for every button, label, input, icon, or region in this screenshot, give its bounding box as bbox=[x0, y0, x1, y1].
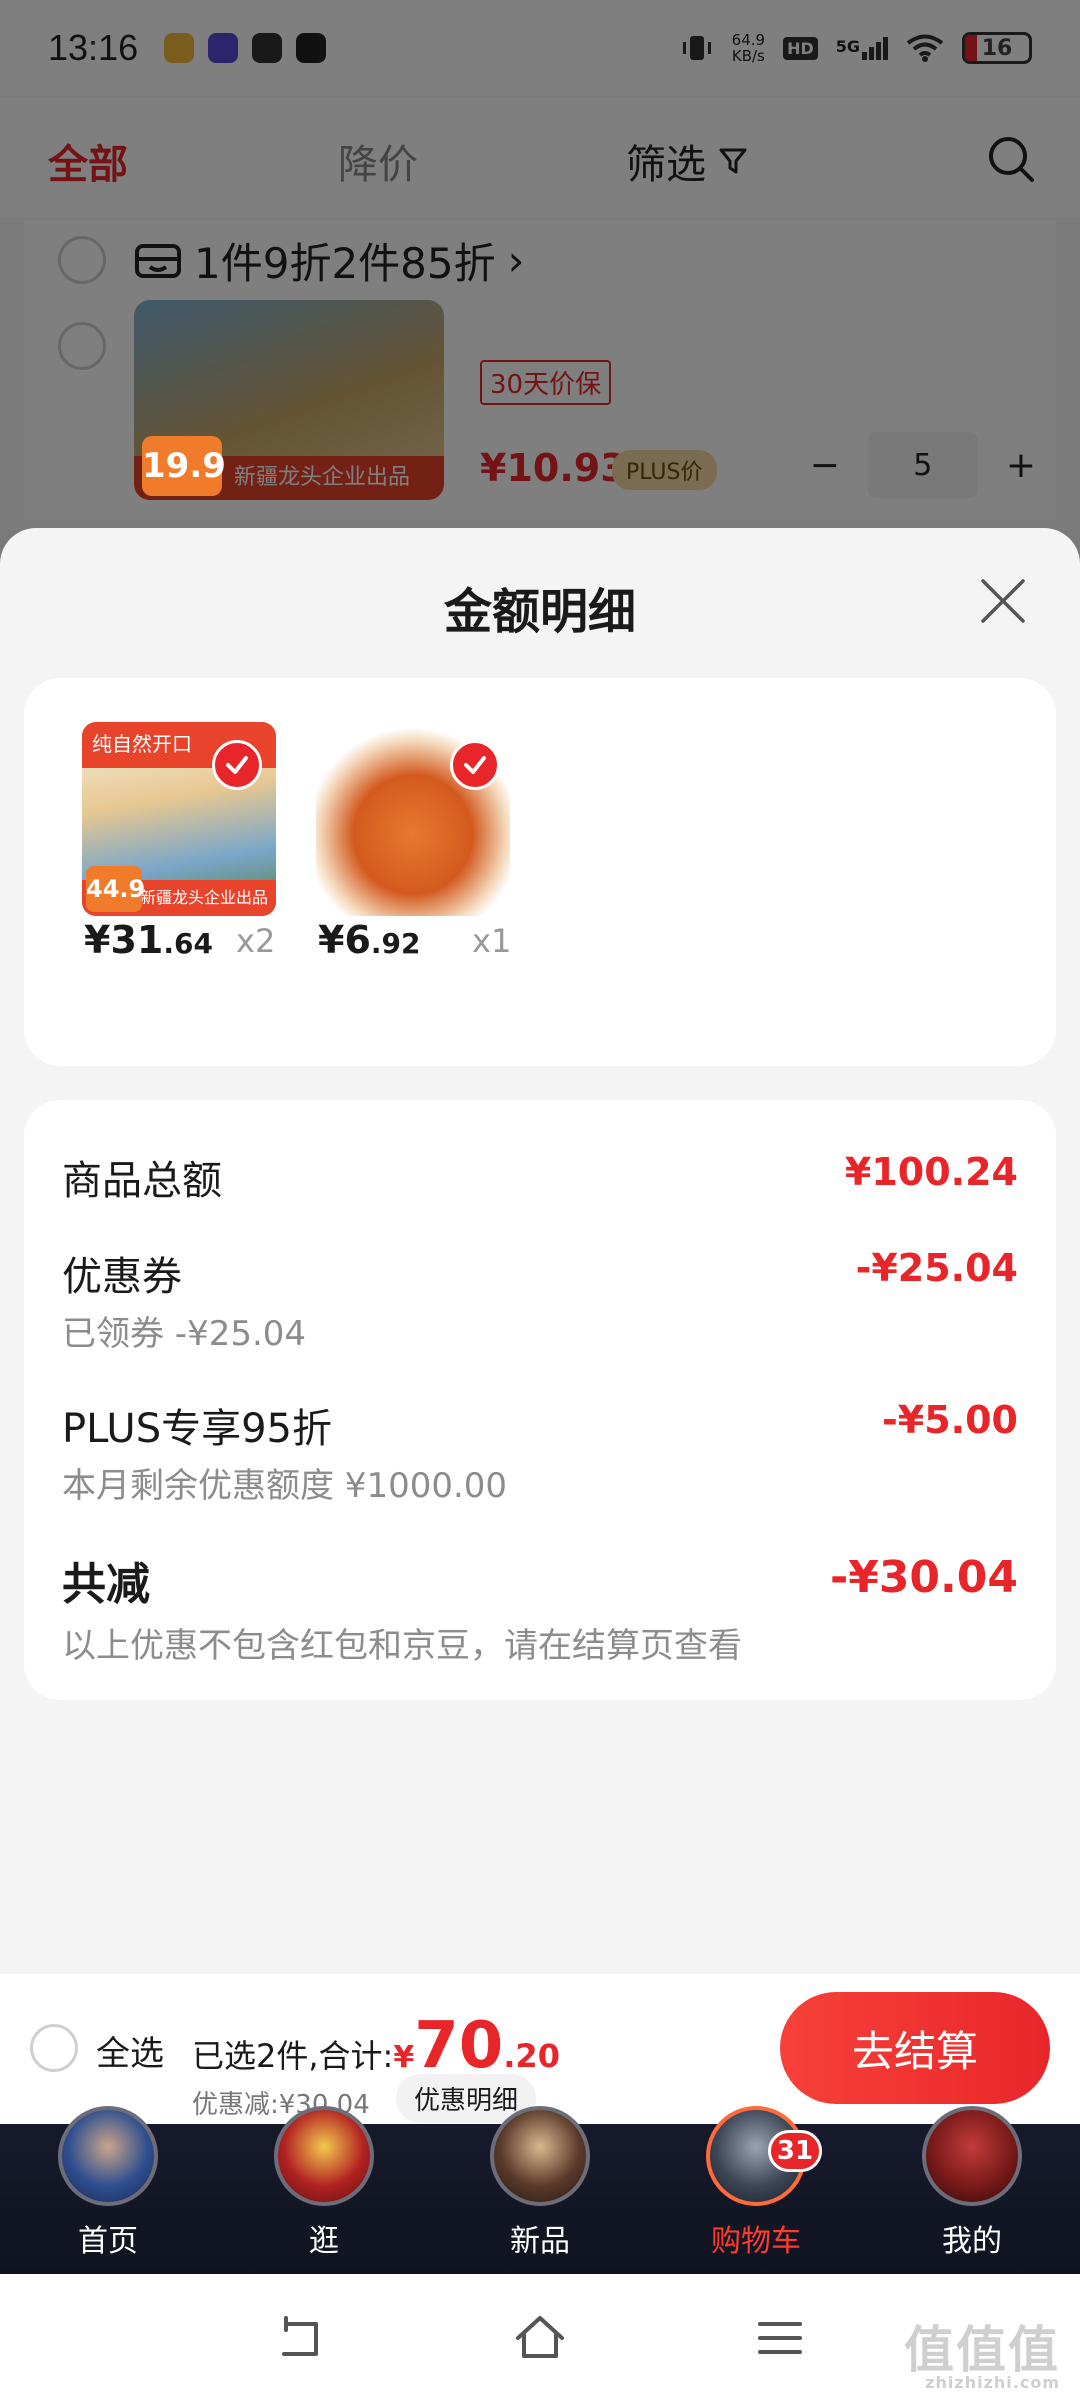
select-all-radio[interactable] bbox=[30, 2024, 78, 2072]
checked-icon bbox=[450, 740, 500, 790]
nav-label: 首页 bbox=[78, 2224, 138, 2259]
total-integer: 70 bbox=[414, 2009, 504, 2083]
nav-mine[interactable]: 我的 bbox=[864, 2106, 1080, 2274]
system-nav-bar: 值值值 zhizhizhi.com bbox=[0, 2274, 1080, 2400]
product-image-pistachio: 纯自然开口 44.9 新疆龙头企业出品 bbox=[82, 722, 276, 916]
total-discount-note: 以上优惠不包含红包和京豆，请在结算页查看 bbox=[62, 1626, 742, 1666]
nav-label: 购物车 bbox=[711, 2224, 801, 2259]
checkout-button[interactable]: 去结算 bbox=[780, 1992, 1050, 2104]
item-price-dec: .92 bbox=[370, 927, 421, 960]
sheet-title: 金额明细 bbox=[443, 584, 636, 640]
app-bottom-nav: 首页 逛 新品 31 购物车 我的 bbox=[0, 2106, 1080, 2274]
selected-total: 已选2件,合计: ¥ 70 .20 bbox=[192, 2009, 560, 2083]
home-icon[interactable] bbox=[512, 2310, 568, 2366]
ironman-avatar-icon bbox=[274, 2106, 374, 2206]
coupon-sub: 已领券 -¥25.04 bbox=[62, 1314, 307, 1354]
coupon-value: -¥25.04 bbox=[855, 1246, 1018, 1290]
item-price-int: ¥31 bbox=[84, 918, 164, 962]
nav-home[interactable]: 首页 bbox=[0, 2106, 216, 2274]
battery-level: 16 bbox=[981, 35, 1013, 61]
checked-icon bbox=[212, 740, 262, 790]
selected-text: 已选2件,合计: bbox=[192, 2037, 394, 2075]
item-price: ¥31.64 bbox=[84, 918, 213, 962]
total-decimal: .20 bbox=[503, 2037, 560, 2075]
total-discount-label: 共减 bbox=[62, 1559, 150, 1610]
goods-total-value: ¥100.24 bbox=[844, 1150, 1018, 1194]
nav-new[interactable]: 新品 bbox=[432, 2106, 648, 2274]
nav-label: 新品 bbox=[510, 2224, 570, 2259]
plus-discount-label: PLUS专享95折 bbox=[62, 1406, 332, 1452]
menu-icon[interactable] bbox=[752, 2310, 808, 2366]
checkout-bar: 全选 已选2件,合计: ¥ 70 .20 优惠减:¥30.04 优惠明细 去结算 bbox=[0, 1974, 1080, 2124]
watermark: 值值值 zhizhizhi.com bbox=[904, 2325, 1060, 2392]
selected-item[interactable] bbox=[316, 722, 510, 916]
thor-avatar-icon bbox=[490, 2106, 590, 2206]
plus-discount-sub: 本月剩余优惠额度 ¥1000.00 bbox=[62, 1466, 508, 1506]
antman-avatar-icon bbox=[922, 2106, 1022, 2206]
currency-symbol: ¥ bbox=[393, 2040, 415, 2075]
captain-avatar-icon bbox=[58, 2106, 158, 2206]
nav-label: 我的 bbox=[942, 2224, 1002, 2259]
item-price-dec: .64 bbox=[163, 927, 213, 960]
nav-label: 逛 bbox=[309, 2224, 339, 2259]
item-quantity: x1 bbox=[472, 922, 512, 960]
nav-cart[interactable]: 31 购物车 bbox=[648, 2106, 864, 2274]
nav-browse[interactable]: 逛 bbox=[216, 2106, 432, 2274]
image-price-badge: 44.9 bbox=[86, 866, 145, 912]
select-all-label[interactable]: 全选 bbox=[96, 2026, 164, 2075]
item-quantity: x2 bbox=[236, 922, 276, 960]
watermark-domain: zhizhizhi.com bbox=[925, 2373, 1060, 2392]
selected-items-card: 纯自然开口 44.9 新疆龙头企业出品 ¥31.64 x2 ¥6.92 x1 bbox=[24, 678, 1056, 1066]
product-image-peanut bbox=[316, 722, 510, 916]
selected-item[interactable]: 纯自然开口 44.9 新疆龙头企业出品 bbox=[82, 722, 276, 916]
total-discount-value: -¥30.04 bbox=[829, 1552, 1018, 1603]
goods-total-label: 商品总额 bbox=[62, 1158, 222, 1204]
thumb-price-badge: 19.9 bbox=[142, 436, 226, 496]
item-price: ¥6.92 bbox=[318, 918, 421, 962]
coupon-label: 优惠券 bbox=[62, 1254, 182, 1300]
close-icon[interactable] bbox=[978, 576, 1028, 626]
back-icon[interactable] bbox=[272, 2310, 328, 2366]
price-summary-card: 商品总额 ¥100.24 优惠券 -¥25.04 已领券 -¥25.04 PLU… bbox=[24, 1100, 1056, 1700]
watermark-main: 值值值 bbox=[904, 2321, 1060, 2379]
cart-count-badge: 31 bbox=[768, 2130, 822, 2172]
plus-discount-value: -¥5.00 bbox=[882, 1398, 1018, 1442]
item-price-int: ¥6 bbox=[318, 918, 371, 962]
